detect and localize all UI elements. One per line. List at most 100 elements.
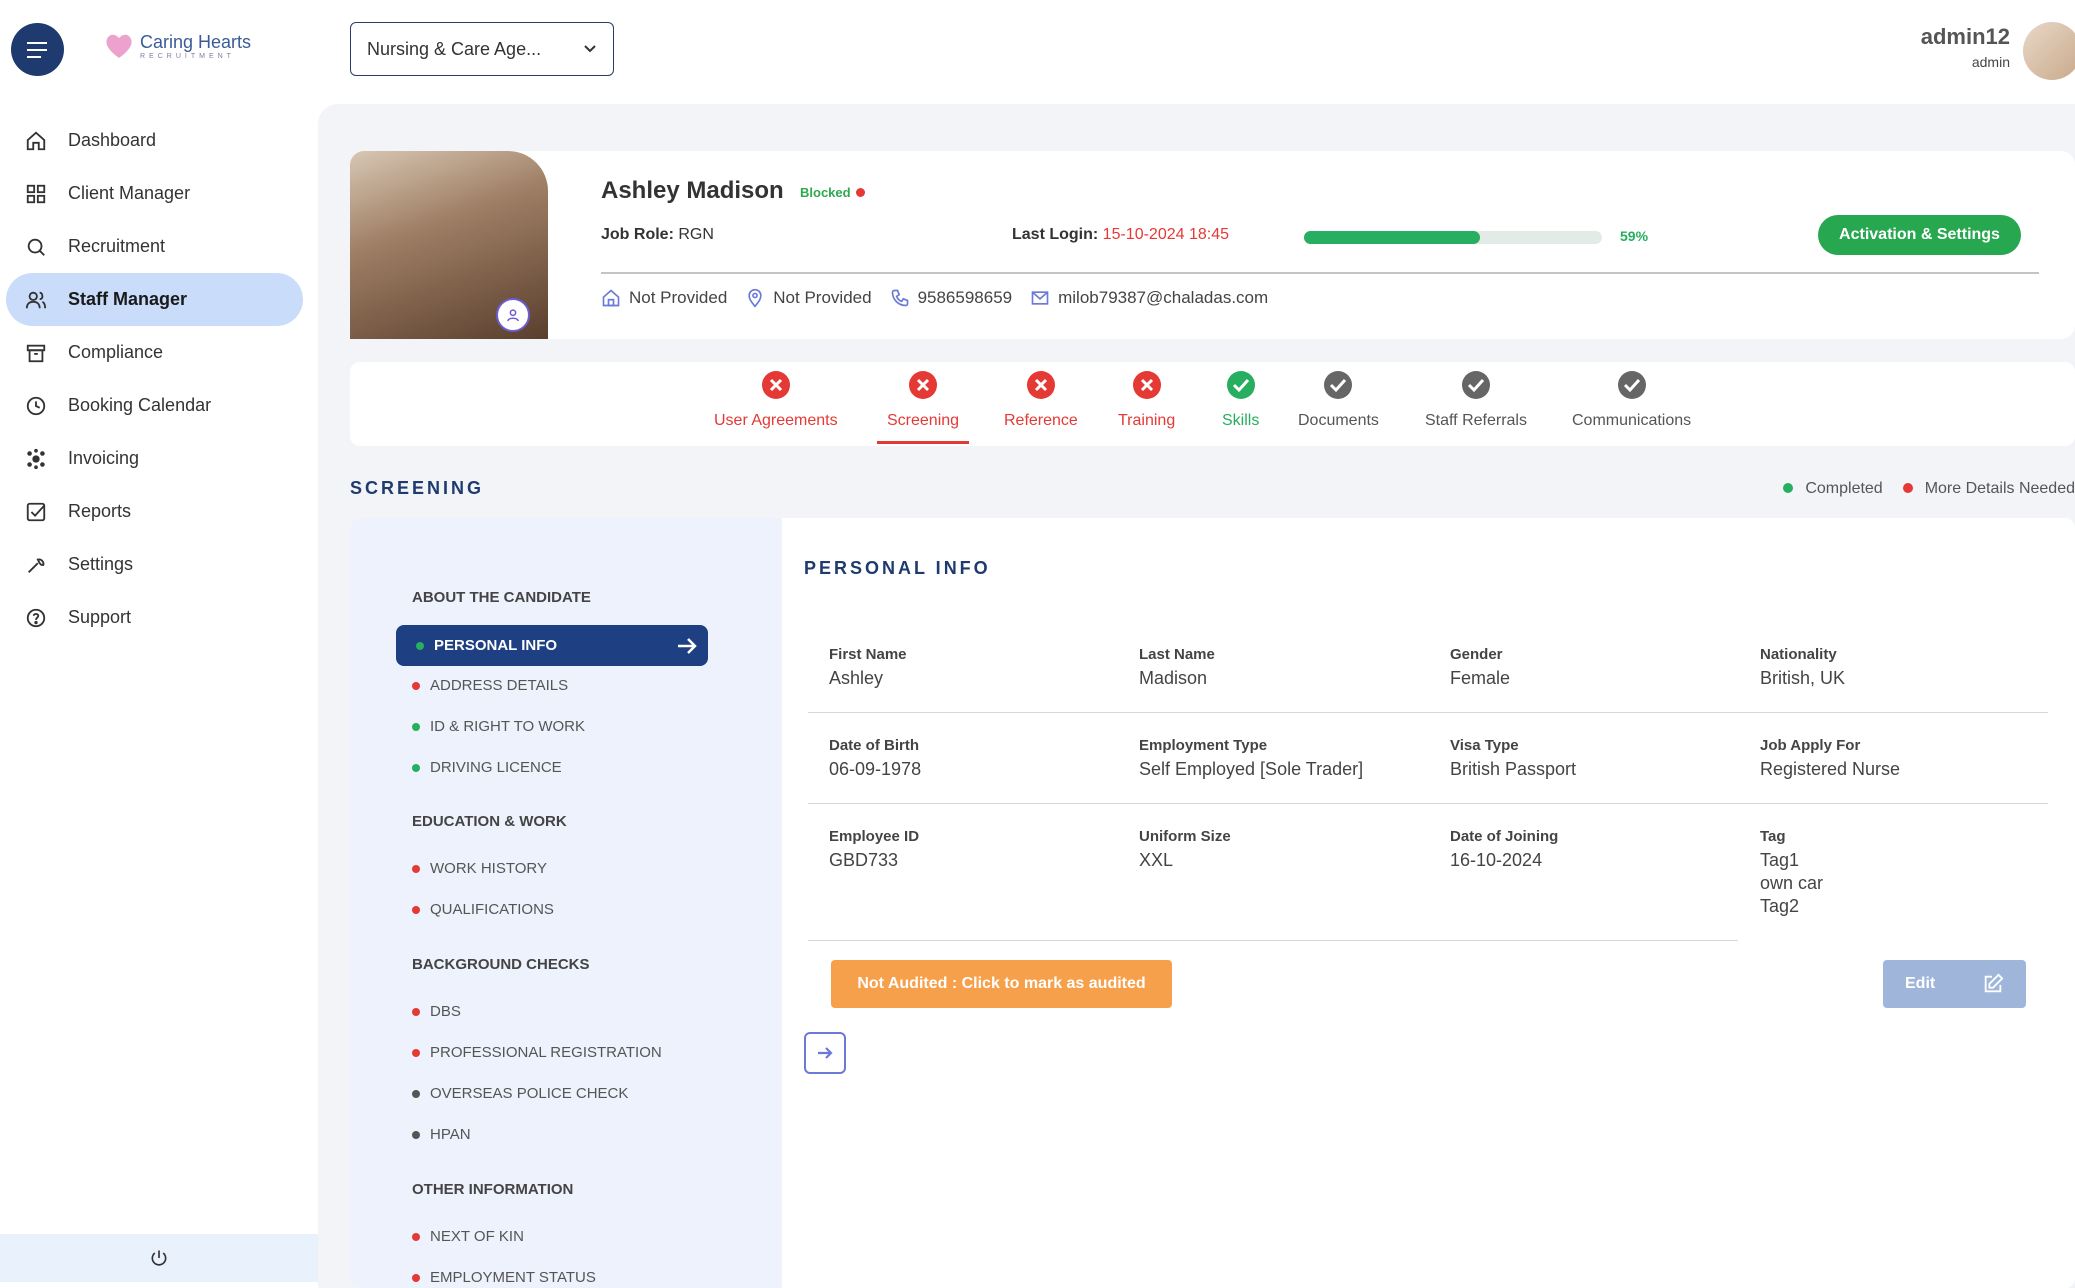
sidebar-item-staff-manager[interactable]: Staff Manager (6, 273, 303, 326)
sidebar-item-support[interactable]: Support (6, 591, 303, 644)
menu-toggle-button[interactable] (11, 23, 64, 76)
tab-training[interactable]: Training (1118, 370, 1175, 430)
sidebar-item-recruitment[interactable]: Recruitment (6, 220, 303, 273)
tab-label: Training (1118, 412, 1176, 429)
field-last-name: Last Name Madison (1139, 646, 1215, 688)
tab-reference[interactable]: Reference (1004, 370, 1078, 430)
field-uniform-size: Uniform Size XXL (1139, 828, 1231, 870)
row-divider (808, 712, 2048, 713)
edit-icon (1984, 973, 2004, 993)
heart-logo-icon (106, 34, 132, 58)
group-title: BACKGROUND CHECKS (412, 956, 590, 973)
menu-item-hpan[interactable]: HPAN (412, 1126, 471, 1143)
archive-icon (24, 341, 48, 365)
tab-screening[interactable]: Screening (876, 370, 970, 444)
check-icon (1226, 370, 1256, 400)
legend-completed: Completed (1783, 480, 1883, 498)
sidebar-item-label: Staff Manager (68, 289, 188, 309)
contact-row: Not Provided Not Provided 9586598659 mil… (601, 288, 1268, 308)
sidebar-item-label: Recruitment (68, 236, 166, 256)
agency-select[interactable]: Nursing & Care Age... (350, 22, 614, 76)
section-title: SCREENING (350, 478, 485, 498)
edit-label: Edit (1905, 975, 1936, 992)
sidebar-item-invoicing[interactable]: Invoicing (6, 432, 303, 485)
sidebar-item-booking-calendar[interactable]: Booking Calendar (6, 379, 303, 432)
sidebar-item-settings[interactable]: Settings (6, 538, 303, 591)
menu-item-next-of-kin[interactable]: NEXT OF KIN (412, 1228, 524, 1245)
group-title: ABOUT THE CANDIDATE (412, 589, 591, 606)
progress-label: 59% (1620, 228, 1649, 244)
menu-item-address-details[interactable]: ADDRESS DETAILS (412, 677, 568, 694)
tag-item: Tag1 (1760, 850, 1800, 870)
last-login-label: Last Login: (1012, 226, 1099, 243)
field-gender: Gender Female (1450, 646, 1511, 688)
last-login: Last Login: 15-10-2024 18:45 (1012, 226, 1229, 244)
edit-button[interactable]: Edit (1883, 960, 2026, 1008)
sidebar-item-reports[interactable]: Reports (6, 485, 303, 538)
sidebar-item-client-manager[interactable]: Client Manager (6, 167, 303, 220)
sidebar-item-label: Booking Calendar (68, 395, 212, 415)
field-date-of-joining: Date of Joining 16-10-2024 (1450, 828, 1559, 870)
menu-item-employment-status[interactable]: EMPLOYMENT STATUS (412, 1269, 596, 1286)
arrow-right-icon (678, 637, 697, 654)
menu-item-overseas-police-check[interactable]: OVERSEAS POLICE CHECK (412, 1085, 628, 1102)
job-role-value: RGN (678, 226, 714, 243)
tab-label: Communications (1572, 412, 1692, 429)
logout-button[interactable] (0, 1234, 318, 1282)
status-dot (855, 188, 865, 197)
location-pin-icon (748, 288, 762, 308)
address-value: Not Provided (629, 288, 728, 307)
brand-logo[interactable]: Caring Hearts RECRUITMENT (104, 32, 251, 60)
hamburger-icon (26, 41, 47, 58)
status-legend: Completed More Details Needed (1783, 480, 2075, 498)
phone-item[interactable]: 9586598659 (890, 288, 1013, 308)
group-title: EDUCATION & WORK (412, 813, 567, 830)
tag-item: Tag2 (1760, 896, 1800, 916)
email-item[interactable]: milob79387@chaladas.com (1030, 288, 1268, 308)
sidebar-nav: Dashboard Client Manager Recruitment Sta… (6, 114, 303, 644)
candidate-name: Ashley Madison (601, 177, 784, 204)
users-icon (24, 288, 48, 312)
tab-label: Screening (887, 412, 960, 429)
mark-audited-button[interactable]: Not Audited : Click to mark as audited (831, 960, 1172, 1008)
job-role-label: Job Role: (601, 226, 674, 243)
personal-info-title: PERSONAL INFO (804, 558, 991, 578)
change-photo-button[interactable] (496, 298, 530, 332)
tab-staff-referrals[interactable]: Staff Referrals (1425, 370, 1527, 430)
menu-item-driving-licence[interactable]: DRIVING LICENCE (412, 759, 562, 776)
field-visa-type: Visa Type British Passport (1450, 737, 1577, 779)
last-login-value: 15-10-2024 18:45 (1102, 226, 1229, 243)
user-avatar[interactable] (2023, 22, 2075, 80)
sidebar-item-label: Compliance (68, 342, 164, 362)
row-divider (808, 940, 1738, 941)
check-icon (1461, 370, 1491, 400)
next-section-button[interactable] (804, 1032, 846, 1074)
menu-item-id-right-to-work[interactable]: ID & RIGHT TO WORK (412, 718, 585, 735)
progress-fill (1304, 231, 1480, 244)
phone-value: 9586598659 (917, 288, 1013, 307)
home-icon (24, 129, 48, 153)
tab-skills[interactable]: Skills (1222, 370, 1259, 430)
activation-settings-button[interactable]: Activation & Settings (1818, 215, 2021, 255)
sidebar-item-dashboard[interactable]: Dashboard (6, 114, 303, 167)
cog-icon (24, 447, 48, 471)
menu-item-work-history[interactable]: WORK HISTORY (412, 860, 547, 877)
menu-item-dbs[interactable]: DBS (412, 1003, 461, 1020)
tab-communications[interactable]: Communications (1572, 370, 1691, 430)
tab-documents[interactable]: Documents (1298, 370, 1379, 430)
field-nationality: Nationality British, UK (1760, 646, 1846, 688)
menu-item-qualifications[interactable]: QUALIFICATIONS (412, 901, 554, 918)
error-icon (761, 370, 791, 400)
sidebar-item-compliance[interactable]: Compliance (6, 326, 303, 379)
sidebar-item-label: Invoicing (68, 448, 140, 468)
divider (601, 272, 2039, 274)
menu-item-professional-registration[interactable]: PROFESSIONAL REGISTRATION (412, 1044, 662, 1061)
menu-item-personal-info[interactable]: PERSONAL INFO (396, 625, 708, 666)
tab-user-agreements[interactable]: User Agreements (714, 370, 838, 430)
checkbox-icon (24, 500, 48, 524)
field-date-of-birth: Date of Birth 06-09-1978 (829, 737, 922, 779)
user-menu[interactable]: admin12 admin (1921, 24, 2010, 70)
brand-name: Caring Hearts (140, 31, 252, 52)
user-name: admin12 (1920, 24, 2010, 49)
help-icon (24, 606, 48, 630)
